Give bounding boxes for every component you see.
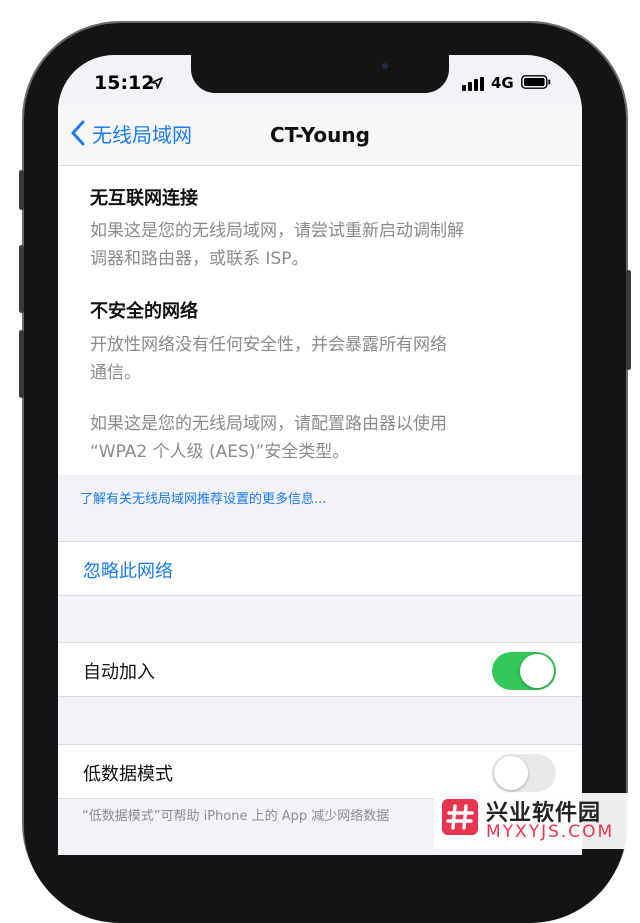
auto-join-label: 自动加入 xyxy=(83,662,155,683)
forget-network-button[interactable]: 忽略此网络 xyxy=(83,557,173,583)
config-line-2: “WPA2 个人级 (AES)”安全类型。 xyxy=(90,442,350,462)
volume-down-button xyxy=(19,330,24,398)
config-line-1: 如果这是您的无线局域网，请配置路由器以使用 xyxy=(90,414,447,434)
low-data-mode-row: 低数据模式 xyxy=(58,744,582,799)
watermark-url: MYXYJS.COM xyxy=(486,822,615,842)
auto-join-row: 自动加入 xyxy=(58,642,582,697)
navigation-bar: 无线局域网 CT-Young xyxy=(58,105,582,166)
learn-more-link[interactable]: 了解有关无线局域网推荐设置的更多信息... xyxy=(80,488,326,507)
low-data-mode-label: 低数据模式 xyxy=(83,764,173,785)
volume-up-button xyxy=(19,245,24,313)
front-camera xyxy=(382,63,388,69)
insecure-line-1: 开放性网络没有任何安全性，并会暴露所有网络 xyxy=(90,335,447,355)
no-internet-line-1: 如果这是您的无线局域网，请尝试重新启动调制解 xyxy=(90,221,464,241)
phone-screen: 15:12 4G 无线局域网 CT-Young 无互联网连接 如果这是您的无线局… xyxy=(58,55,582,855)
auto-join-toggle[interactable] xyxy=(492,652,556,690)
notch xyxy=(191,55,449,93)
side-button xyxy=(626,270,631,370)
status-time: 15:12 xyxy=(94,72,155,94)
silent-switch xyxy=(19,170,24,210)
network-warnings: 无互联网连接 如果这是您的无线局域网，请尝试重新启动调制解 调器和路由器，或联系… xyxy=(58,166,582,475)
insecure-network-title: 不安全的网络 xyxy=(90,301,198,322)
no-internet-line-2: 调器和路由器，或联系 ISP。 xyxy=(90,249,309,269)
page-title: CT-Young xyxy=(270,123,370,147)
no-internet-title: 无互联网连接 xyxy=(90,188,198,209)
cellular-signal-icon xyxy=(462,77,484,91)
insecure-line-2: 通信。 xyxy=(90,363,141,383)
toggle-knob xyxy=(494,756,528,790)
network-type: 4G xyxy=(491,74,514,92)
low-data-mode-footnote: “低数据模式”可帮助 iPhone 上的 App 减少网络数据 xyxy=(82,809,390,824)
toggle-knob xyxy=(520,654,554,688)
location-arrow-icon xyxy=(151,77,163,89)
hash-logo-icon xyxy=(442,799,478,835)
forget-network-row[interactable]: 忽略此网络 xyxy=(58,541,582,596)
battery-icon xyxy=(521,75,551,89)
low-data-mode-toggle[interactable] xyxy=(492,754,556,792)
watermark: 兴业软件园 MYXYJS.COM xyxy=(434,793,640,849)
